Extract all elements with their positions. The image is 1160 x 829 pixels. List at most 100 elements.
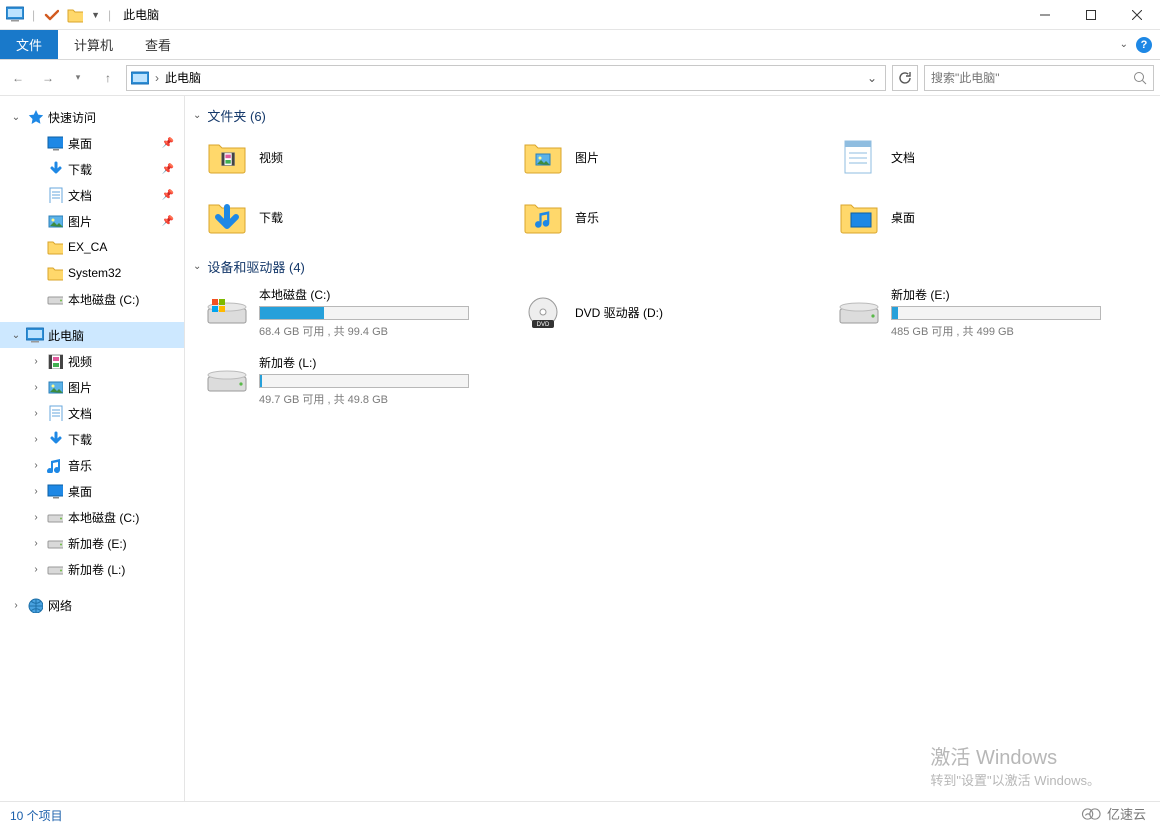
tree-quick-item[interactable]: EX_CA — [0, 234, 184, 260]
tree-pc-item[interactable]: › 视频 — [0, 348, 184, 374]
folder-label: 文档 — [891, 149, 915, 166]
app-icon — [6, 6, 24, 24]
nav-up-button[interactable]: ↑ — [96, 66, 120, 90]
tree-network[interactable]: › 网络 — [0, 592, 184, 618]
search-box[interactable] — [924, 65, 1154, 91]
desktop-icon — [46, 135, 64, 151]
folder-icon — [46, 239, 64, 255]
network-icon — [26, 597, 44, 613]
pin-icon: 📌 — [162, 164, 184, 175]
refresh-button[interactable] — [892, 65, 918, 91]
monitor-icon — [26, 327, 44, 343]
tree-label: 网络 — [48, 597, 72, 614]
chevron-down-icon[interactable]: ⌄ — [10, 330, 22, 341]
folder-label: 视频 — [259, 149, 283, 166]
chevron-right-icon[interactable]: › — [30, 564, 42, 575]
chevron-down-icon[interactable]: ⌄ — [193, 261, 201, 272]
os-drive-icon — [205, 292, 249, 332]
tree-item-label: 新加卷 (E:) — [68, 535, 127, 552]
tab-computer[interactable]: 计算机 — [58, 30, 129, 59]
qat-newfolder-icon[interactable] — [67, 7, 83, 23]
drive-item[interactable]: 新加卷 (E:)485 GB 可用 , 共 499 GB — [837, 284, 1137, 340]
ribbon-expand-icon[interactable]: ⌄ — [1120, 39, 1128, 50]
status-item-count: 10 个项目 — [10, 807, 63, 824]
breadcrumb[interactable]: › 此电脑 ⌄ — [126, 65, 886, 91]
tab-view[interactable]: 查看 — [129, 30, 187, 59]
tab-file[interactable]: 文件 — [0, 30, 58, 59]
breadcrumb-dropdown-icon[interactable]: ⌄ — [863, 71, 881, 85]
drive-item[interactable]: 新加卷 (L:)49.7 GB 可用 , 共 49.8 GB — [205, 352, 505, 408]
chevron-right-icon[interactable]: › — [30, 408, 42, 419]
tree-pc-item[interactable]: ›新加卷 (L:) — [0, 556, 184, 582]
minimize-button[interactable] — [1022, 0, 1068, 30]
breadcrumb-location[interactable]: 此电脑 — [165, 69, 201, 86]
chevron-down-icon[interactable]: ⌄ — [193, 110, 201, 121]
tree-item-label: 视频 — [68, 353, 92, 370]
drive-usage-bar — [259, 374, 469, 388]
close-button[interactable] — [1114, 0, 1160, 30]
section-devices-header[interactable]: ⌄ 设备和驱动器 (4) — [185, 253, 1160, 280]
chevron-right-icon[interactable]: › — [30, 356, 42, 367]
pin-icon: 📌 — [162, 138, 184, 149]
tree-quick-item[interactable]: 桌面 📌 — [0, 130, 184, 156]
tree-quick-item[interactable]: 图片📌 — [0, 208, 184, 234]
chevron-right-icon[interactable]: › — [30, 434, 42, 445]
folder-item[interactable]: 音乐 — [521, 193, 821, 241]
breadcrumb-sep-icon: › — [155, 71, 159, 85]
tree-quick-item[interactable]: 文档📌 — [0, 182, 184, 208]
picture-icon — [46, 213, 64, 229]
folder-item[interactable]: 视频 — [205, 133, 505, 181]
tree-item-label: 桌面 — [68, 483, 92, 500]
chevron-right-icon[interactable]: › — [30, 460, 42, 471]
video-icon — [205, 137, 249, 177]
qat-separator: | — [32, 8, 35, 22]
folder-item[interactable]: 文档 — [837, 133, 1137, 181]
tree-quick-item[interactable]: 本地磁盘 (C:) — [0, 286, 184, 312]
tree-pc-item[interactable]: ›图片 — [0, 374, 184, 400]
chevron-right-icon[interactable]: › — [30, 486, 42, 497]
nav-forward-button[interactable]: → — [36, 66, 60, 90]
address-bar: ← → ▾ ↑ › 此电脑 ⌄ — [0, 60, 1160, 96]
chevron-right-icon[interactable]: › — [30, 538, 42, 549]
download-icon — [46, 161, 64, 177]
tree-this-pc[interactable]: ⌄ 此电脑 — [0, 322, 184, 348]
nav-recent-dropdown[interactable]: ▾ — [66, 66, 90, 90]
qat-properties-icon[interactable] — [43, 7, 59, 23]
folder-item[interactable]: 桌面 — [837, 193, 1137, 241]
maximize-button[interactable] — [1068, 0, 1114, 30]
tree-pc-item[interactable]: › 本地磁盘 (C:) — [0, 504, 184, 530]
folder-item[interactable]: 图片 — [521, 133, 821, 181]
search-input[interactable] — [931, 71, 1133, 85]
tree-quick-item[interactable]: 下载📌 — [0, 156, 184, 182]
tree-pc-item[interactable]: ›文档 — [0, 400, 184, 426]
tree-item-label: 本地磁盘 (C:) — [68, 509, 139, 526]
drive-icon — [46, 535, 64, 551]
chevron-down-icon[interactable]: ⌄ — [10, 112, 22, 123]
drive-item[interactable]: 本地磁盘 (C:)68.4 GB 可用 , 共 99.4 GB — [205, 284, 505, 340]
tree-item-label: System32 — [68, 266, 121, 280]
tree-quick-access[interactable]: ⌄ 快速访问 — [0, 104, 184, 130]
tree-pc-item[interactable]: › 新加卷 (E:) — [0, 530, 184, 556]
search-icon[interactable] — [1133, 71, 1147, 85]
ribbon: 文件 计算机 查看 ⌄ ? — [0, 30, 1160, 60]
tree-item-label: 音乐 — [68, 457, 92, 474]
tree-item-label: 桌面 — [68, 135, 92, 152]
tree-pc-item[interactable]: › 桌面 — [0, 478, 184, 504]
folder-item[interactable]: 下载 — [205, 193, 505, 241]
qat-dropdown-icon[interactable]: ▼ — [91, 10, 100, 20]
drive-icon — [46, 291, 64, 307]
section-folders-header[interactable]: ⌄ 文件夹 (6) — [185, 102, 1160, 129]
download-icon — [46, 431, 64, 447]
tree-quick-item[interactable]: System32 — [0, 260, 184, 286]
tree-item-label: 图片 — [68, 213, 92, 230]
chevron-right-icon[interactable]: › — [30, 382, 42, 393]
drive-item[interactable]: DVD 驱动器 (D:) — [521, 284, 821, 340]
section-label: 文件夹 (6) — [207, 106, 266, 125]
drive-name: 新加卷 (L:) — [259, 354, 469, 371]
chevron-right-icon[interactable]: › — [10, 600, 22, 611]
chevron-right-icon[interactable]: › — [30, 512, 42, 523]
tree-pc-item[interactable]: ›下载 — [0, 426, 184, 452]
help-icon[interactable]: ? — [1136, 37, 1152, 53]
tree-pc-item[interactable]: › 音乐 — [0, 452, 184, 478]
nav-back-button[interactable]: ← — [6, 66, 30, 90]
